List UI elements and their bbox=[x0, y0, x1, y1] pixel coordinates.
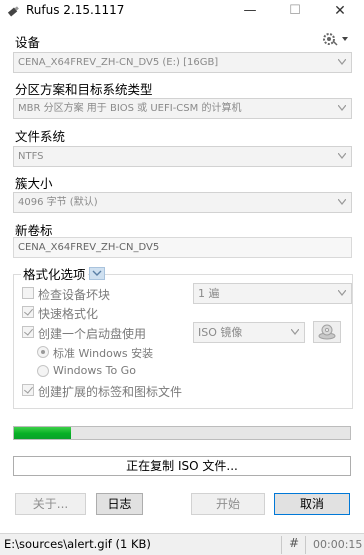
standard-windows-radio[interactable] bbox=[37, 346, 49, 358]
current-file-text: E:\sources\alert.gif (1 KB) bbox=[4, 537, 151, 551]
filesystem-value: NTFS bbox=[18, 151, 44, 162]
log-button[interactable]: 日志 bbox=[96, 493, 143, 515]
statusbar-divider bbox=[281, 536, 282, 554]
format-options-title: 格式化选项 bbox=[21, 264, 88, 283]
chevron-down-icon bbox=[338, 153, 346, 159]
progress-bar bbox=[13, 426, 351, 440]
quick-format-checkbox[interactable] bbox=[22, 306, 34, 318]
start-button[interactable]: 开始 bbox=[191, 493, 265, 515]
bootable-checkbox[interactable] bbox=[22, 326, 34, 338]
partition-value: MBR 分区方案 用于 BIOS 或 UEFI-CSM 的计算机 bbox=[18, 103, 242, 114]
select-image-button[interactable] bbox=[313, 321, 341, 343]
partition-select[interactable]: MBR 分区方案 用于 BIOS 或 UEFI-CSM 的计算机 bbox=[13, 98, 352, 119]
chevron-down-icon bbox=[291, 329, 299, 335]
windows-to-go-label: Windows To Go bbox=[53, 364, 136, 377]
chevron-down-icon bbox=[92, 270, 102, 276]
cluster-select[interactable]: 4096 字节 (默认) bbox=[13, 192, 352, 213]
windows-to-go-radio[interactable] bbox=[37, 365, 49, 377]
about-button[interactable]: 关于... bbox=[15, 493, 86, 515]
hash-button[interactable]: # bbox=[289, 536, 299, 550]
close-button[interactable]: ✕ bbox=[327, 2, 353, 20]
device-label: 设备 bbox=[15, 35, 41, 50]
standard-windows-label: 标准 Windows 安装 bbox=[53, 347, 154, 360]
progress-fill bbox=[14, 427, 72, 439]
device-select[interactable]: CENA_X64FREV_ZH-CN_DV5 (E:) [16GB] bbox=[13, 52, 352, 73]
chevron-down-icon bbox=[338, 290, 346, 296]
chevron-down-icon bbox=[338, 199, 346, 205]
cluster-label: 簇大小 bbox=[15, 176, 53, 191]
maximize-button[interactable]: ☐ bbox=[282, 2, 308, 20]
extended-label-label: 创建扩展的标签和图标文件 bbox=[38, 385, 183, 399]
passes-value: 1 遍 bbox=[198, 287, 220, 300]
chevron-down-icon bbox=[338, 59, 346, 65]
disk-image-icon bbox=[318, 324, 336, 340]
device-value: CENA_X64FREV_ZH-CN_DV5 (E:) [16GB] bbox=[18, 57, 219, 68]
cancel-button[interactable]: 取消 bbox=[274, 493, 350, 515]
filesystem-select[interactable]: NTFS bbox=[13, 146, 352, 167]
elapsed-time: 00:00:15 bbox=[313, 538, 363, 551]
usb-drive-icon bbox=[7, 6, 19, 17]
image-type-select[interactable]: ISO 镜像 bbox=[193, 322, 305, 343]
filesystem-label: 文件系统 bbox=[15, 129, 66, 144]
check-bad-blocks-checkbox[interactable] bbox=[22, 287, 34, 299]
image-type-value: ISO 镜像 bbox=[198, 326, 243, 339]
expand-options-button[interactable] bbox=[89, 267, 105, 280]
status-text: 正在复制 ISO 文件... bbox=[13, 456, 351, 476]
cluster-value: 4096 字节 (默认) bbox=[18, 197, 98, 208]
minimize-button[interactable]: — bbox=[237, 2, 263, 20]
extended-label-checkbox[interactable] bbox=[22, 384, 34, 396]
settings-gear-icon[interactable] bbox=[320, 30, 350, 48]
chevron-down-icon bbox=[338, 105, 346, 111]
volume-input[interactable]: CENA_X64FREV_ZH-CN_DV5 bbox=[13, 237, 352, 258]
bootable-label: 创建一个启动盘使用 bbox=[38, 327, 147, 341]
check-bad-blocks-label: 检查设备坏块 bbox=[38, 288, 111, 302]
quick-format-label: 快速格式化 bbox=[38, 307, 99, 321]
partition-label: 分区方案和目标系统类型 bbox=[15, 82, 153, 97]
statusbar-divider bbox=[305, 536, 306, 554]
window-title: Rufus 2.15.1117 bbox=[26, 3, 125, 17]
passes-select[interactable]: 1 遍 bbox=[193, 283, 352, 304]
